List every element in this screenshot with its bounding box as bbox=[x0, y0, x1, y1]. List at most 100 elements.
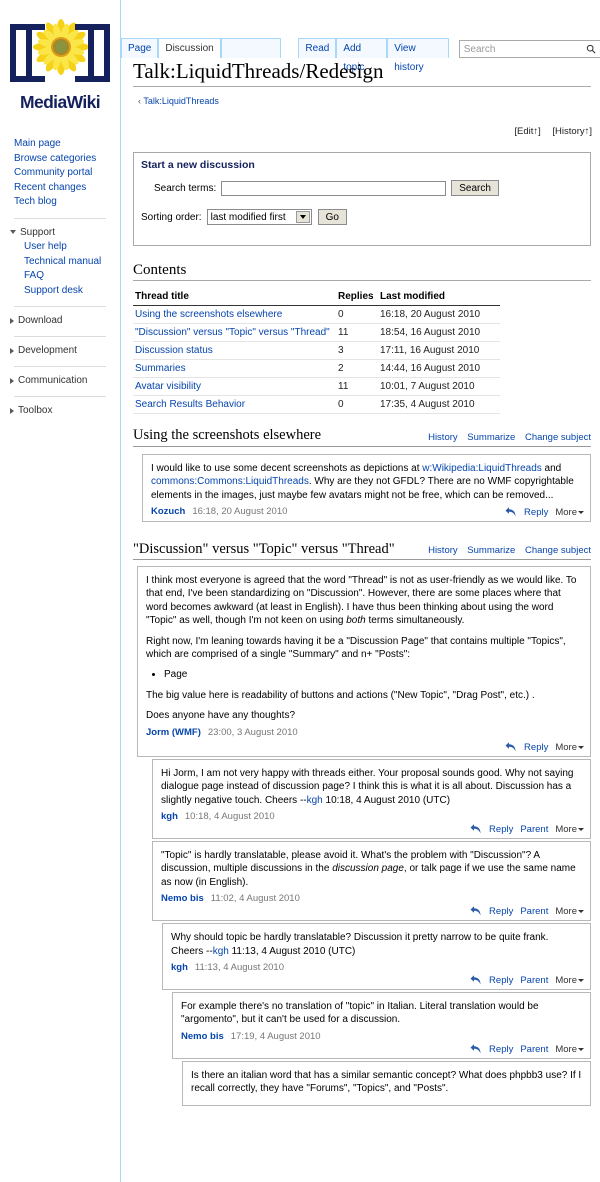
sidebar-item-technical-manual[interactable]: Technical manual bbox=[24, 255, 120, 270]
caret-down-icon bbox=[578, 910, 584, 914]
reply-arrow-icon[interactable] bbox=[470, 906, 482, 917]
sidebar-item-faq[interactable]: FAQ bbox=[24, 269, 120, 284]
post-author[interactable]: Nemo bis bbox=[181, 1031, 224, 1042]
sidebar-item-community-portal[interactable]: Community portal bbox=[14, 166, 120, 181]
reply-arrow-icon[interactable] bbox=[470, 975, 482, 986]
cell-thread-title[interactable]: Summaries bbox=[133, 359, 336, 378]
post-action-bar: Reply Parent More bbox=[470, 906, 584, 917]
magnifier-icon[interactable] bbox=[586, 44, 596, 54]
reply-link[interactable]: Reply bbox=[524, 507, 548, 518]
thread-change-subject-link[interactable]: Change subject bbox=[525, 432, 591, 443]
parent-link[interactable]: Parent bbox=[520, 975, 548, 986]
post-link[interactable]: w:Wikipedia:LiquidThreads bbox=[422, 463, 542, 474]
sidebar-item-tech-blog[interactable]: Tech blog bbox=[14, 195, 120, 210]
table-header-row: Thread title Replies Last modified bbox=[133, 288, 500, 306]
sidebar-item-user-help[interactable]: User help bbox=[24, 240, 120, 255]
reply-arrow-icon[interactable] bbox=[470, 824, 482, 835]
cell-thread-title[interactable]: Avatar visibility bbox=[133, 377, 336, 396]
thread-history-link[interactable]: History bbox=[428, 545, 458, 556]
post-author[interactable]: Kozuch bbox=[151, 506, 185, 517]
chevron-right-icon[interactable] bbox=[10, 407, 14, 414]
thread-history-link[interactable]: History bbox=[428, 432, 458, 443]
sidebar-divider bbox=[14, 366, 106, 368]
sidebar-group-download[interactable]: Download bbox=[10, 313, 120, 328]
chevron-down-icon[interactable] bbox=[295, 211, 310, 223]
tab-add-topic[interactable]: Add topic bbox=[336, 38, 388, 73]
history-link[interactable]: [History↑] bbox=[552, 126, 592, 137]
cell-last-modified: 17:35, 4 August 2010 bbox=[378, 395, 500, 414]
parent-link[interactable]: Parent bbox=[520, 1044, 548, 1055]
search-input[interactable]: Search bbox=[458, 40, 600, 58]
post-author[interactable]: Jorm (WMF) bbox=[146, 727, 201, 738]
panel-title: Start a new discussion bbox=[141, 159, 255, 171]
chevron-right-icon[interactable] bbox=[10, 347, 14, 354]
breadcrumb-link[interactable]: Talk:LiquidThreads bbox=[143, 96, 219, 106]
sidebar-item-recent-changes[interactable]: Recent changes bbox=[14, 181, 120, 196]
cell-thread-title[interactable]: Search Results Behavior bbox=[133, 395, 336, 414]
post-link[interactable]: commons:Commons:LiquidThreads bbox=[151, 476, 309, 487]
more-link[interactable]: More bbox=[555, 975, 584, 986]
post-timestamp: 11:13, 4 August 2010 bbox=[194, 962, 284, 973]
tab-view-history[interactable]: View history bbox=[387, 38, 449, 73]
more-link[interactable]: More bbox=[555, 824, 584, 835]
post-timestamp: 17:19, 4 August 2010 bbox=[230, 1030, 321, 1042]
parent-link[interactable]: Parent bbox=[520, 824, 548, 835]
reply-arrow-icon[interactable] bbox=[505, 742, 517, 753]
sidebar-group-communication[interactable]: Communication bbox=[10, 373, 120, 388]
tab-read[interactable]: Read bbox=[298, 38, 337, 58]
more-link[interactable]: More bbox=[555, 507, 584, 518]
chevron-down-icon[interactable] bbox=[10, 230, 16, 235]
sidebar-group-development[interactable]: Development bbox=[10, 343, 120, 358]
chevron-right-icon[interactable] bbox=[10, 377, 14, 384]
sidebar-item-browse-categories[interactable]: Browse categories bbox=[14, 152, 120, 167]
post-body: I would like to use some decent screensh… bbox=[151, 463, 574, 501]
more-link[interactable]: More bbox=[555, 1044, 584, 1055]
post-link[interactable]: kgh bbox=[213, 946, 229, 957]
sidebar-group-support[interactable]: Support User help Technical manual FAQ S… bbox=[10, 225, 120, 298]
reply-link[interactable]: Reply bbox=[489, 1044, 513, 1055]
reply-link[interactable]: Reply bbox=[489, 975, 513, 986]
search-button[interactable]: Search bbox=[451, 180, 499, 196]
go-button[interactable]: Go bbox=[317, 209, 347, 225]
edit-link[interactable]: [Edit↑] bbox=[514, 126, 540, 137]
sidebar-item-support-desk[interactable]: Support desk bbox=[24, 284, 120, 299]
cell-replies: 0 bbox=[336, 305, 378, 324]
sidebar-group-label: Communication bbox=[18, 375, 88, 387]
table-row: Summaries 2 14:44, 16 August 2010 bbox=[133, 359, 500, 378]
cell-thread-title[interactable]: Discussion status bbox=[133, 341, 336, 360]
mediawiki-logo[interactable]: MediaWiki bbox=[4, 19, 116, 115]
more-link[interactable]: More bbox=[555, 742, 584, 753]
post-link[interactable]: kgh bbox=[307, 795, 323, 806]
post-action-bar: Reply Parent More bbox=[470, 975, 584, 986]
post-body: I think most everyone is agreed that the… bbox=[146, 575, 577, 627]
cell-thread-title[interactable]: Using the screenshots elsewhere bbox=[133, 305, 336, 324]
sorting-order-select[interactable]: last modified first bbox=[206, 209, 312, 225]
thread-change-subject-link[interactable]: Change subject bbox=[525, 545, 591, 556]
cell-thread-title[interactable]: "Discussion" versus "Topic" versus "Thre… bbox=[133, 323, 336, 342]
post-author[interactable]: kgh bbox=[161, 811, 178, 822]
post-author[interactable]: kgh bbox=[171, 962, 188, 973]
thread-summarize-link[interactable]: Summarize bbox=[467, 545, 515, 556]
sidebar-group-label: Toolbox bbox=[18, 405, 53, 417]
sorting-order-row: Sorting order: last modified first Go bbox=[141, 209, 590, 225]
reply-arrow-icon[interactable] bbox=[470, 1044, 482, 1055]
reply-link[interactable]: Reply bbox=[524, 742, 548, 753]
sidebar-item-main-page[interactable]: Main page bbox=[14, 137, 120, 152]
tab-discussion[interactable]: Discussion bbox=[158, 38, 221, 58]
more-link[interactable]: More bbox=[555, 906, 584, 917]
chevron-right-icon[interactable] bbox=[10, 317, 14, 324]
thread-summarize-link[interactable]: Summarize bbox=[467, 432, 515, 443]
tab-page[interactable]: Page bbox=[121, 38, 159, 58]
sidebar-group-toolbox[interactable]: Toolbox bbox=[10, 403, 120, 418]
reply-arrow-icon[interactable] bbox=[505, 507, 517, 518]
reply-link[interactable]: Reply bbox=[489, 824, 513, 835]
cell-replies: 3 bbox=[336, 341, 378, 360]
post-timestamp: 11:02, 4 August 2010 bbox=[210, 893, 300, 905]
reply-link[interactable]: Reply bbox=[489, 906, 513, 917]
caret-down-icon bbox=[578, 511, 584, 515]
post-author[interactable]: Nemo bis bbox=[161, 893, 204, 904]
parent-link[interactable]: Parent bbox=[520, 906, 548, 917]
search-terms-input[interactable] bbox=[221, 180, 447, 196]
post: Is there an italian word that has a simi… bbox=[182, 1060, 591, 1106]
post-body: For example there's no translation of "t… bbox=[181, 1001, 539, 1026]
